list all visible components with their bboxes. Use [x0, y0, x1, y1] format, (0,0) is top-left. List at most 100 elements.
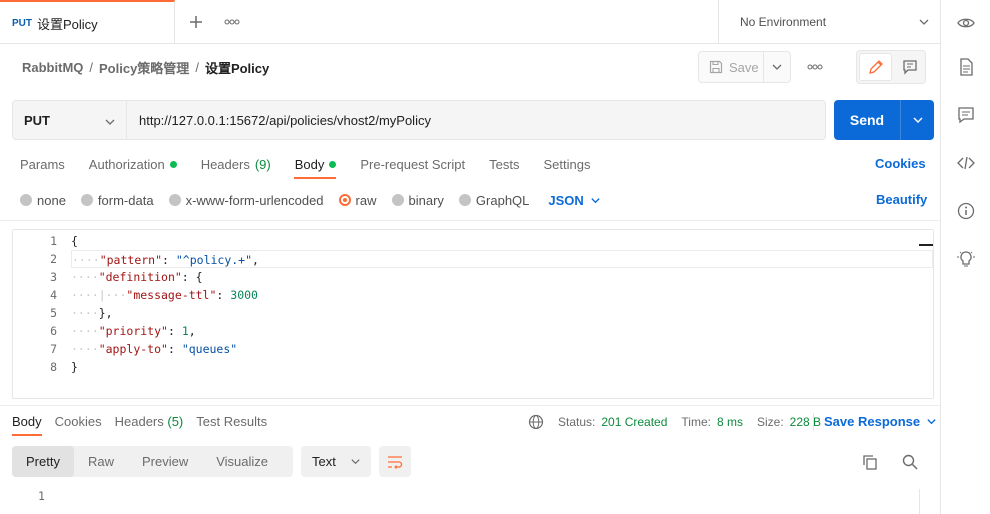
view-visualize[interactable]: Visualize [202, 446, 282, 477]
send-button-group: Send [834, 100, 934, 140]
tab-settings[interactable]: Settings [543, 155, 590, 173]
search-icon[interactable] [900, 452, 920, 472]
url-input[interactable]: http://127.0.0.1:15672/api/policies/vhos… [127, 101, 825, 139]
eye-icon[interactable] [956, 13, 976, 33]
comment-icon[interactable] [956, 105, 976, 125]
radio-button[interactable] [168, 194, 181, 206]
tab-authorization-label: Authorization [88, 156, 165, 172]
code-line[interactable]: ····|···"message-ttl": 3000 [71, 286, 933, 304]
radio-button[interactable] [458, 194, 471, 206]
tab-headers[interactable]: Headers (9) [201, 155, 271, 173]
view-pretty[interactable]: Pretty [12, 446, 74, 477]
chevron-down-icon [590, 195, 601, 206]
save-button[interactable]: Save [699, 52, 765, 82]
format-select[interactable]: JSON [548, 193, 600, 208]
code-line[interactable]: } [71, 358, 933, 376]
body-type-binary[interactable]: binary [391, 192, 444, 208]
breadcrumb-folder[interactable]: Policy策略管理 [99, 58, 189, 77]
response-tab-test-results[interactable]: Test Results [196, 414, 267, 432]
code-token: : [216, 288, 231, 302]
line-number: 2 [50, 252, 57, 266]
time-value[interactable]: 8 ms [717, 415, 743, 429]
code-line[interactable]: ····"definition": { [71, 268, 933, 286]
code-line[interactable]: { [71, 232, 933, 250]
right-sidebar [940, 0, 990, 514]
code-line[interactable]: ····}, [71, 304, 933, 322]
response-format-select[interactable]: Text [301, 446, 371, 477]
code-line[interactable]: ····"priority": 1, [71, 322, 933, 340]
body-type-label: binary [408, 192, 444, 208]
view-preview[interactable]: Preview [128, 446, 202, 477]
radio-button[interactable] [20, 194, 32, 206]
body-type-label: none [37, 192, 66, 208]
response-tab-body[interactable]: Body [12, 414, 42, 432]
code-token: } [71, 360, 78, 374]
tab-headers-label: Headers [200, 156, 250, 172]
response-tab-headers-count: (5) [167, 414, 184, 429]
tab-params[interactable]: Params [20, 155, 65, 173]
tab-prerequest-script[interactable]: Pre-request Script [360, 155, 465, 173]
code-token: : [162, 253, 176, 267]
lightbulb-icon[interactable] [956, 249, 976, 269]
radio-button[interactable] [391, 194, 404, 206]
edit-mode-pencil-icon[interactable] [859, 53, 892, 81]
beautify-link[interactable]: Beautify [876, 192, 927, 207]
code-editor[interactable]: 12345678 {····"pattern": "^policy.+", ···… [12, 229, 934, 399]
tab-tests[interactable]: Tests [489, 155, 519, 173]
code-token: 3000 [230, 288, 258, 302]
comment-mode-icon[interactable] [894, 51, 925, 83]
body-type-graphql[interactable]: GraphQL [458, 192, 530, 208]
chevron-down-icon [104, 116, 116, 128]
divider [0, 220, 940, 221]
response-tab-headers[interactable]: Headers (5) [115, 414, 184, 432]
view-raw[interactable]: Raw [74, 446, 128, 477]
code-line[interactable]: ····"apply-to": "queues" [71, 340, 933, 358]
body-type-urlencoded[interactable]: x-www-form-urlencoded [168, 193, 324, 208]
size-value[interactable]: 228 B [790, 415, 821, 429]
more-options-icon[interactable] [804, 57, 826, 77]
breadcrumb-request[interactable]: 设置Policy [205, 58, 269, 77]
radio-button-selected[interactable] [338, 194, 351, 206]
line-number: 7 [50, 342, 57, 356]
cookies-link[interactable]: Cookies [875, 156, 926, 171]
status-value[interactable]: 201 Created [601, 415, 667, 429]
response-tab-cookies[interactable]: Cookies [55, 414, 102, 432]
code-content[interactable]: {····"pattern": "^policy.+", ····"definit… [71, 232, 933, 376]
code-token: "^policy.+" [175, 253, 253, 267]
save-options-chevron-icon[interactable] [764, 61, 790, 73]
method-label: PUT [24, 112, 50, 128]
request-tab[interactable]: PUT 设置Policy [0, 0, 175, 44]
environment-label: No Environment [740, 15, 827, 29]
plus-icon[interactable] [186, 12, 206, 32]
format-label: JSON [548, 192, 584, 208]
body-type-raw[interactable]: raw [338, 193, 377, 208]
line-number: 4 [50, 288, 57, 302]
breadcrumb-collection[interactable]: RabbitMQ [22, 60, 83, 75]
info-icon[interactable] [956, 201, 976, 221]
environment-selector[interactable]: No Environment [718, 0, 940, 44]
code-icon[interactable] [956, 153, 976, 173]
tab-name: 设置Policy [37, 16, 98, 32]
body-type-label: GraphQL [475, 192, 530, 208]
indent-guide: ···· [71, 270, 99, 284]
tab-authorization[interactable]: Authorization [89, 155, 177, 173]
scrollbar[interactable] [919, 489, 933, 514]
send-button[interactable]: Send [834, 100, 901, 140]
radio-button[interactable] [80, 194, 93, 206]
more-icon[interactable] [222, 12, 242, 32]
code-line[interactable]: ····"pattern": "^policy.+", [71, 250, 933, 268]
document-icon[interactable] [956, 57, 976, 77]
code-token: : { [181, 270, 203, 284]
wrap-lines-icon[interactable] [379, 446, 411, 477]
code-token: , [252, 253, 259, 267]
globe-icon[interactable] [528, 414, 544, 430]
url-bar: PUT http://127.0.0.1:15672/api/policies/… [12, 100, 826, 140]
body-type-none[interactable]: none [20, 193, 66, 208]
copy-icon[interactable] [860, 452, 880, 472]
save-response-button[interactable]: Save Response [824, 414, 937, 429]
send-options-chevron-icon[interactable] [901, 100, 934, 140]
tab-body[interactable]: Body [295, 155, 337, 173]
method-select[interactable]: PUT [13, 101, 127, 139]
line-number: 8 [50, 360, 57, 374]
body-type-form-data[interactable]: form-data [80, 193, 154, 208]
